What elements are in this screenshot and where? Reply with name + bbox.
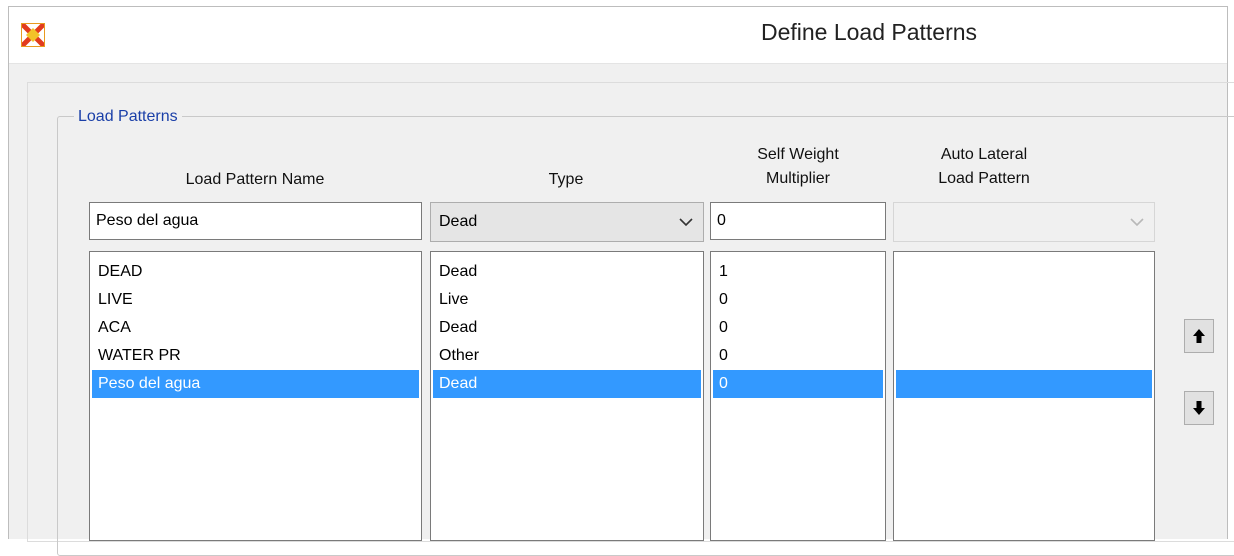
list-item[interactable]: Dead <box>433 314 701 342</box>
list-item[interactable]: WATER PR <box>92 342 419 370</box>
chevron-down-icon <box>679 218 693 227</box>
list-item-selected[interactable]: 0 <box>713 370 883 398</box>
header-self-weight-line1: Self Weight <box>757 146 839 163</box>
auto-lateral-load-pattern-list[interactable] <box>893 251 1155 541</box>
list-item[interactable]: Other <box>433 342 701 370</box>
header-auto-lateral-line2: Load Pattern <box>938 170 1030 187</box>
type-list[interactable]: Dead Live Dead Other Dead <box>430 251 704 541</box>
type-select-value: Dead <box>439 213 478 230</box>
list-item[interactable]: 0 <box>713 286 883 314</box>
list-item[interactable] <box>896 314 1152 342</box>
header-self-weight-line2: Multiplier <box>765 170 830 187</box>
load-pattern-name-list[interactable]: DEAD LIVE ACA WATER PR Peso del agua <box>89 251 422 541</box>
header-type: Type <box>548 171 584 188</box>
move-up-button[interactable] <box>1184 319 1214 353</box>
list-item[interactable] <box>896 342 1152 370</box>
self-weight-multiplier-input[interactable]: 0 <box>710 202 886 240</box>
header-auto-lateral-load-pattern: Auto Lateral Load Pattern <box>893 143 1075 191</box>
list-item-selected[interactable]: Dead <box>433 370 701 398</box>
header-load-pattern-name: Load Pattern Name <box>185 171 325 188</box>
list-item[interactable]: 1 <box>713 258 883 286</box>
list-item[interactable]: Dead <box>433 258 701 286</box>
list-item-selected[interactable] <box>896 370 1152 398</box>
move-down-button[interactable] <box>1184 391 1214 425</box>
group-label: Load Patterns <box>74 108 182 126</box>
list-item[interactable]: Live <box>433 286 701 314</box>
list-item[interactable]: ACA <box>92 314 419 342</box>
self-weight-multiplier-list[interactable]: 1 0 0 0 0 <box>710 251 886 541</box>
header-self-weight-multiplier: Self Weight Multiplier <box>710 143 886 191</box>
arrow-up-icon <box>1193 329 1205 343</box>
window-title: Define Load Patterns <box>760 19 978 45</box>
list-item-selected[interactable]: Peso del agua <box>92 370 419 398</box>
list-item[interactable]: 0 <box>713 314 883 342</box>
list-item[interactable]: 0 <box>713 342 883 370</box>
list-item[interactable] <box>896 258 1152 286</box>
title-bar: Define Load Patterns <box>9 7 1227 64</box>
load-pattern-name-input[interactable]: Peso del agua <box>89 202 422 240</box>
arrow-down-icon <box>1193 401 1205 415</box>
list-item[interactable] <box>896 286 1152 314</box>
list-item[interactable]: LIVE <box>92 286 419 314</box>
header-auto-lateral-line1: Auto Lateral <box>940 146 1028 163</box>
type-select[interactable]: Dead <box>430 202 704 242</box>
chevron-down-icon <box>1130 218 1144 227</box>
auto-lateral-load-pattern-select[interactable] <box>893 202 1155 242</box>
list-item[interactable]: DEAD <box>92 258 419 286</box>
